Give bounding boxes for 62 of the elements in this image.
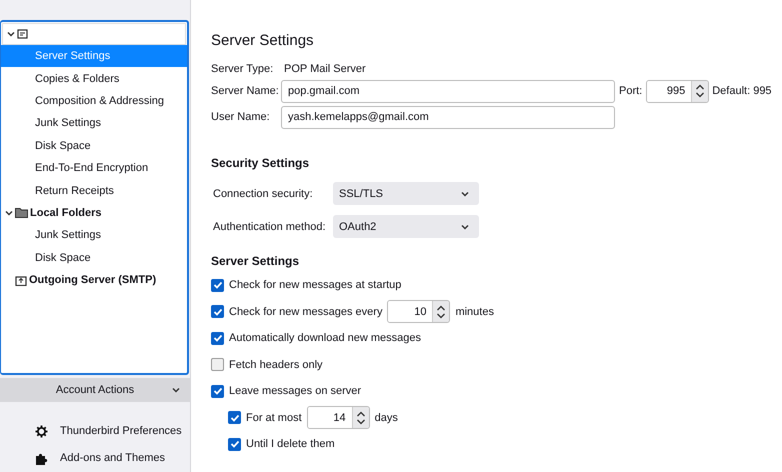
- port-spinner[interactable]: 995: [646, 80, 710, 102]
- section-heading: Server Settings: [211, 254, 300, 270]
- mail-icon: [17, 29, 28, 39]
- unit-label: minutes: [455, 306, 494, 318]
- tree-item[interactable]: Disk Space: [1, 134, 187, 157]
- tree-item[interactable]: Local Folders: [1, 202, 187, 224]
- tree-item[interactable]: Disk Space: [1, 246, 187, 269]
- number-spinner[interactable]: 10: [387, 300, 450, 324]
- field-label: Port:: [619, 85, 642, 97]
- unit-label: days: [374, 412, 398, 424]
- checkbox-label[interactable]: Automatically download new messages: [229, 332, 421, 344]
- chevron-icon: [461, 222, 469, 230]
- check-icon: [212, 280, 222, 290]
- check-icon: [230, 412, 240, 423]
- field-label: Server Type:: [211, 63, 274, 75]
- checkbox-label[interactable]: Until I delete them: [246, 438, 335, 450]
- checkbox[interactable]: [228, 438, 241, 451]
- section-heading: Security Settings: [211, 156, 310, 172]
- checkbox[interactable]: [211, 278, 224, 292]
- checkbox-label[interactable]: For at most: [246, 412, 302, 424]
- folder-icon: [15, 207, 28, 218]
- account-actions-button[interactable]: Account Actions: [0, 378, 190, 402]
- checkbox[interactable]: [211, 384, 224, 398]
- tree-item[interactable]: Server Settings: [1, 45, 187, 68]
- tree-item[interactable]: Return Receipts: [1, 179, 187, 202]
- check-icon: [212, 306, 222, 317]
- tree-item[interactable]: Copies & Folders: [1, 67, 187, 90]
- tree-item[interactable]: Composition & Addressing: [1, 90, 187, 112]
- checkbox[interactable]: [211, 305, 224, 318]
- checkbox-label[interactable]: Leave messages on server: [229, 385, 362, 398]
- field-label: Server Name:: [211, 85, 280, 97]
- field-label: Connection security:: [213, 188, 314, 200]
- puzzle-icon: [35, 452, 48, 464]
- checkbox[interactable]: [228, 411, 241, 424]
- user-name-field[interactable]: yash.kemelapps@gmail.com: [281, 106, 615, 128]
- outbox-icon: [15, 274, 27, 286]
- tree-item[interactable]: End-To-End Encryption: [1, 156, 187, 180]
- tree-item[interactable]: Junk Settings: [1, 224, 187, 247]
- page-title: Server Settings: [211, 32, 315, 51]
- tree-item[interactable]: Junk Settings: [1, 112, 187, 135]
- checkbox[interactable]: [211, 332, 224, 345]
- checkbox-label[interactable]: Check for new messages at startup: [229, 279, 402, 292]
- dropdown[interactable]: OAuth2: [333, 215, 479, 238]
- default-port-text: Default: 995: [712, 85, 772, 97]
- check-icon: [230, 439, 240, 450]
- sidebar-link[interactable]: Thunderbird Preferences: [0, 424, 190, 438]
- number-spinner[interactable]: 14: [306, 406, 370, 430]
- checkbox-label[interactable]: Fetch headers only: [229, 358, 323, 371]
- checkbox-label[interactable]: Check for new messages every: [229, 306, 382, 318]
- gear-icon: [35, 424, 48, 438]
- field-label: User Name:: [211, 111, 271, 123]
- sidebar-link[interactable]: Add-ons and Themes: [0, 451, 190, 465]
- checkbox[interactable]: [211, 358, 224, 372]
- server-type-value: POP Mail Server: [284, 63, 366, 75]
- check-icon: [212, 333, 222, 344]
- tree-item[interactable]: Outgoing Server (SMTP): [1, 268, 187, 292]
- check-icon: [212, 386, 222, 396]
- chevron-icon: [172, 386, 180, 394]
- field-label: Authentication method:: [213, 220, 327, 232]
- chevron-icon: [461, 190, 469, 198]
- server-name-field[interactable]: pop.gmail.com: [281, 80, 615, 102]
- dropdown[interactable]: SSL/TLS: [333, 182, 479, 205]
